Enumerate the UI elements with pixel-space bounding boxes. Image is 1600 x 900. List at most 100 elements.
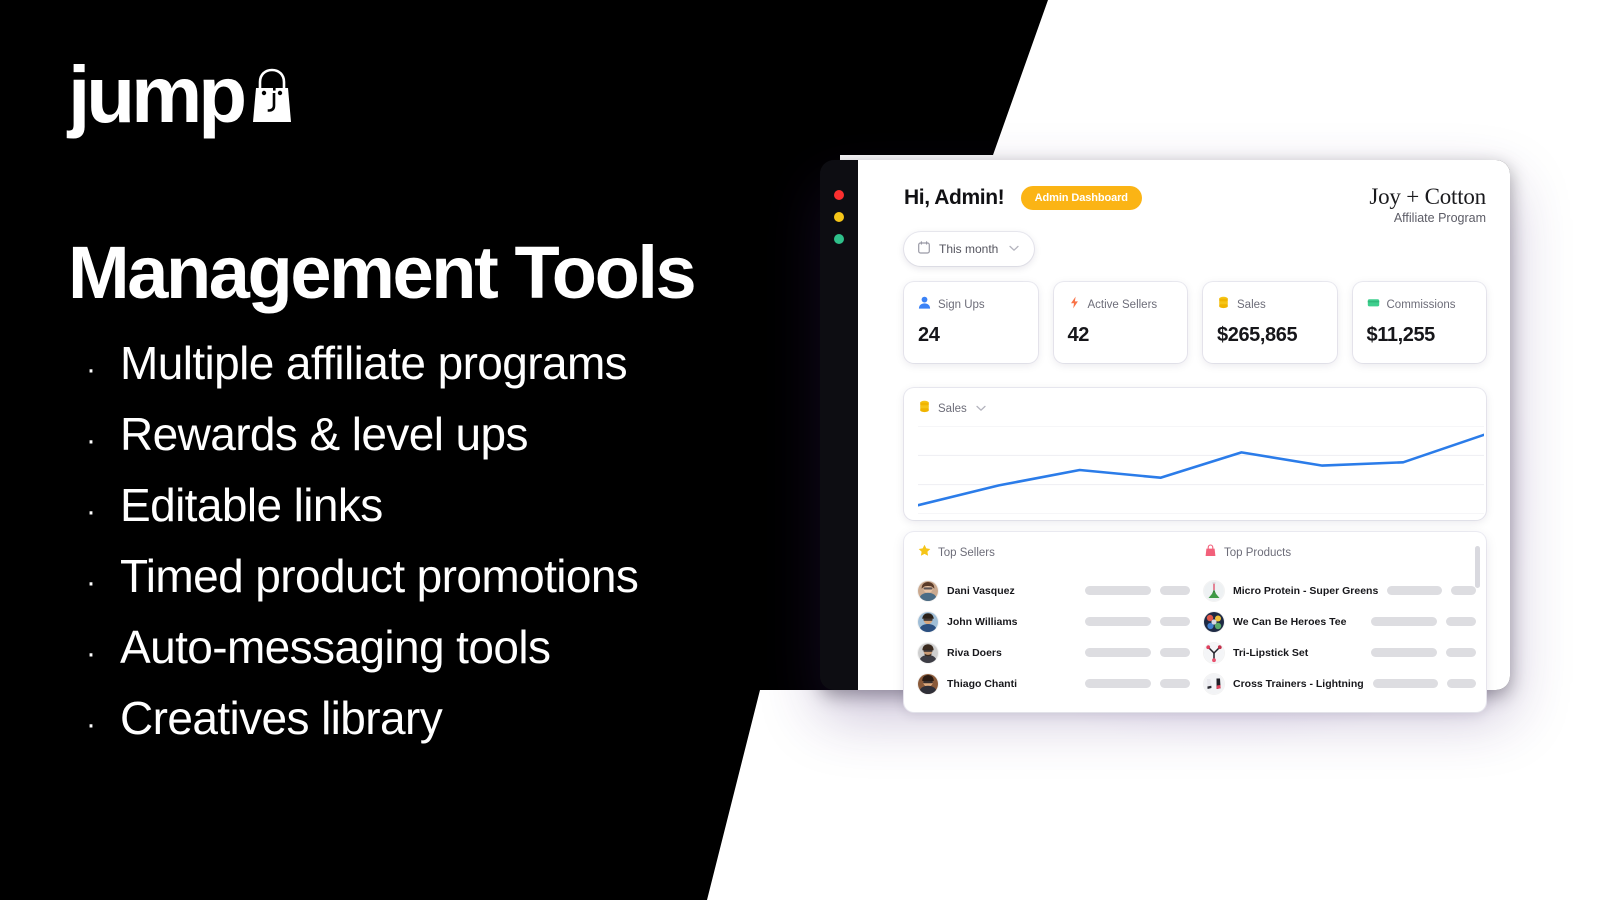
shopping-bag-icon xyxy=(1204,544,1217,562)
list-item: · Timed product promotions xyxy=(86,549,746,620)
greeting-text: Hi, Admin! xyxy=(904,186,1005,209)
product-name: Cross Trainers - Lightning xyxy=(1233,677,1364,690)
bullet-marker: · xyxy=(86,708,96,741)
coins-icon xyxy=(918,400,931,418)
metric-placeholder-bar xyxy=(1446,648,1476,657)
table-row[interactable]: Thiago Chanti xyxy=(918,668,1190,699)
table-row[interactable]: Riva Doers xyxy=(918,637,1190,668)
chevron-down-icon[interactable] xyxy=(976,403,986,415)
slide-canvas: jump Management Tools · Multiple affilia… xyxy=(0,0,1600,900)
top-products-column: Top Products Micro Protein - Super Green… xyxy=(1190,544,1476,702)
coins-icon xyxy=(1217,296,1230,314)
top-products-rows: Micro Protein - Super Greens We Can Be H… xyxy=(1204,575,1476,699)
metric-placeholder-bar xyxy=(1085,679,1151,688)
sales-line-chart xyxy=(918,426,1484,514)
product-thumbnail xyxy=(1204,673,1224,694)
list-item-label: Creatives library xyxy=(120,692,443,744)
bullet-marker: · xyxy=(86,353,96,386)
table-row[interactable]: We Can Be Heroes Tee xyxy=(1204,606,1476,637)
table-row[interactable]: John Williams xyxy=(918,606,1190,637)
feature-list: · Multiple affiliate programs · Rewards … xyxy=(86,336,746,762)
table-row[interactable]: Dani Vasquez xyxy=(918,575,1190,606)
top-lists-card: Top Sellers Dani Vasquez John Williams R… xyxy=(904,532,1486,712)
top-products-header: Top Products xyxy=(1204,544,1476,562)
table-row[interactable]: Tri-Lipstick Set xyxy=(1204,637,1476,668)
scrollbar-thumb[interactable] xyxy=(1475,546,1480,588)
metric-placeholder-bar xyxy=(1085,648,1151,657)
kpi-card-sales[interactable]: Sales $265,865 xyxy=(1203,282,1337,363)
bullet-marker: · xyxy=(86,424,96,457)
bullet-marker: · xyxy=(86,637,96,670)
metric-placeholder-bar xyxy=(1160,586,1190,595)
top-sellers-column: Top Sellers Dani Vasquez John Williams R… xyxy=(918,544,1190,702)
date-range-filter[interactable]: This month xyxy=(904,232,1035,266)
page-title: Management Tools xyxy=(68,231,697,314)
metric-placeholder-bar xyxy=(1371,648,1437,657)
top-sellers-header: Top Sellers xyxy=(918,544,1190,562)
dashboard-content: Hi, Admin! Admin Dashboard Joy + Cotton … xyxy=(858,160,1510,712)
bullet-marker: · xyxy=(86,566,96,599)
jump-logo: jump xyxy=(68,50,295,140)
seller-name: Thiago Chanti xyxy=(947,677,1017,690)
close-window-button[interactable] xyxy=(834,190,844,200)
kpi-card-active-sellers[interactable]: Active Sellers 42 xyxy=(1053,282,1187,363)
kpi-value: 42 xyxy=(1067,324,1090,346)
kpi-value: 24 xyxy=(918,324,940,346)
product-thumbnail xyxy=(1204,611,1224,632)
product-name: We Can Be Heroes Tee xyxy=(1233,615,1347,628)
list-item-label: Rewards & level ups xyxy=(120,408,529,460)
metric-placeholder-bar xyxy=(1160,617,1190,626)
kpi-value: $265,865 xyxy=(1217,324,1298,346)
status-badge: Admin Dashboard xyxy=(1020,186,1142,210)
person-icon xyxy=(918,296,931,314)
maximize-window-button[interactable] xyxy=(834,234,844,244)
date-filter-label: This month xyxy=(939,242,999,256)
product-name: Tri-Lipstick Set xyxy=(1233,646,1309,659)
kpi-label: Active Sellers xyxy=(1087,299,1158,311)
metric-placeholder-bar xyxy=(1085,617,1151,626)
list-scrollbar[interactable] xyxy=(1475,546,1480,698)
star-icon xyxy=(918,544,931,562)
list-item: · Multiple affiliate programs xyxy=(86,336,746,407)
kpi-value: $11,255 xyxy=(1366,324,1436,346)
table-row[interactable]: Cross Trainers - Lightning xyxy=(1204,668,1476,699)
seller-name: Dani Vasquez xyxy=(947,584,1015,597)
top-sellers-rows: Dani Vasquez John Williams Riva Doers Th… xyxy=(918,575,1190,699)
metric-placeholder-bar xyxy=(1446,617,1476,626)
kpi-card-commissions[interactable]: Commissions $11,255 xyxy=(1352,282,1486,363)
seller-name: John Williams xyxy=(947,615,1018,628)
list-item-label: Auto-messaging tools xyxy=(120,621,551,673)
brand-name: Joy + Cotton xyxy=(1369,184,1486,209)
chart-metric-label: Sales xyxy=(938,403,967,415)
list-item: · Auto-messaging tools xyxy=(86,620,746,691)
kpi-label: Sign Ups xyxy=(938,299,985,311)
chart-card-header[interactable]: Sales xyxy=(918,400,1472,418)
metric-placeholder-bar xyxy=(1387,586,1443,595)
table-row[interactable]: Micro Protein - Super Greens xyxy=(1204,575,1476,606)
metric-placeholder-bar xyxy=(1371,617,1437,626)
minimize-window-button[interactable] xyxy=(834,212,844,222)
bolt-icon xyxy=(1068,296,1081,314)
avatar xyxy=(918,580,938,601)
metric-placeholder-bar xyxy=(1451,586,1476,595)
chevron-down-icon xyxy=(1009,243,1020,255)
kpi-card-sign-ups[interactable]: Sign Ups 24 xyxy=(904,282,1038,363)
product-thumbnail xyxy=(1204,580,1224,601)
logo-wordmark: jump xyxy=(68,50,247,140)
brand-subtitle: Affiliate Program xyxy=(1393,211,1486,225)
metric-placeholder-bar xyxy=(1085,586,1151,595)
top-products-title: Top Products xyxy=(1224,547,1292,559)
kpi-label: Commissions xyxy=(1386,299,1456,311)
dashboard-window: Hi, Admin! Admin Dashboard Joy + Cotton … xyxy=(820,160,1510,712)
dashboard-header: Hi, Admin! Admin Dashboard Joy + Cotton … xyxy=(904,184,1486,234)
metric-placeholder-bar xyxy=(1160,648,1190,657)
list-item-label: Timed product promotions xyxy=(120,550,639,602)
seller-name: Riva Doers xyxy=(947,646,1002,659)
metric-placeholder-bar xyxy=(1446,679,1476,688)
window-chrome-rail xyxy=(820,160,858,690)
metric-placeholder-bar xyxy=(1372,679,1438,688)
shopping-bag-icon xyxy=(249,68,295,124)
wallet-icon xyxy=(1367,296,1380,314)
top-sellers-title: Top Sellers xyxy=(938,547,995,559)
list-item: · Creatives library xyxy=(86,691,746,762)
